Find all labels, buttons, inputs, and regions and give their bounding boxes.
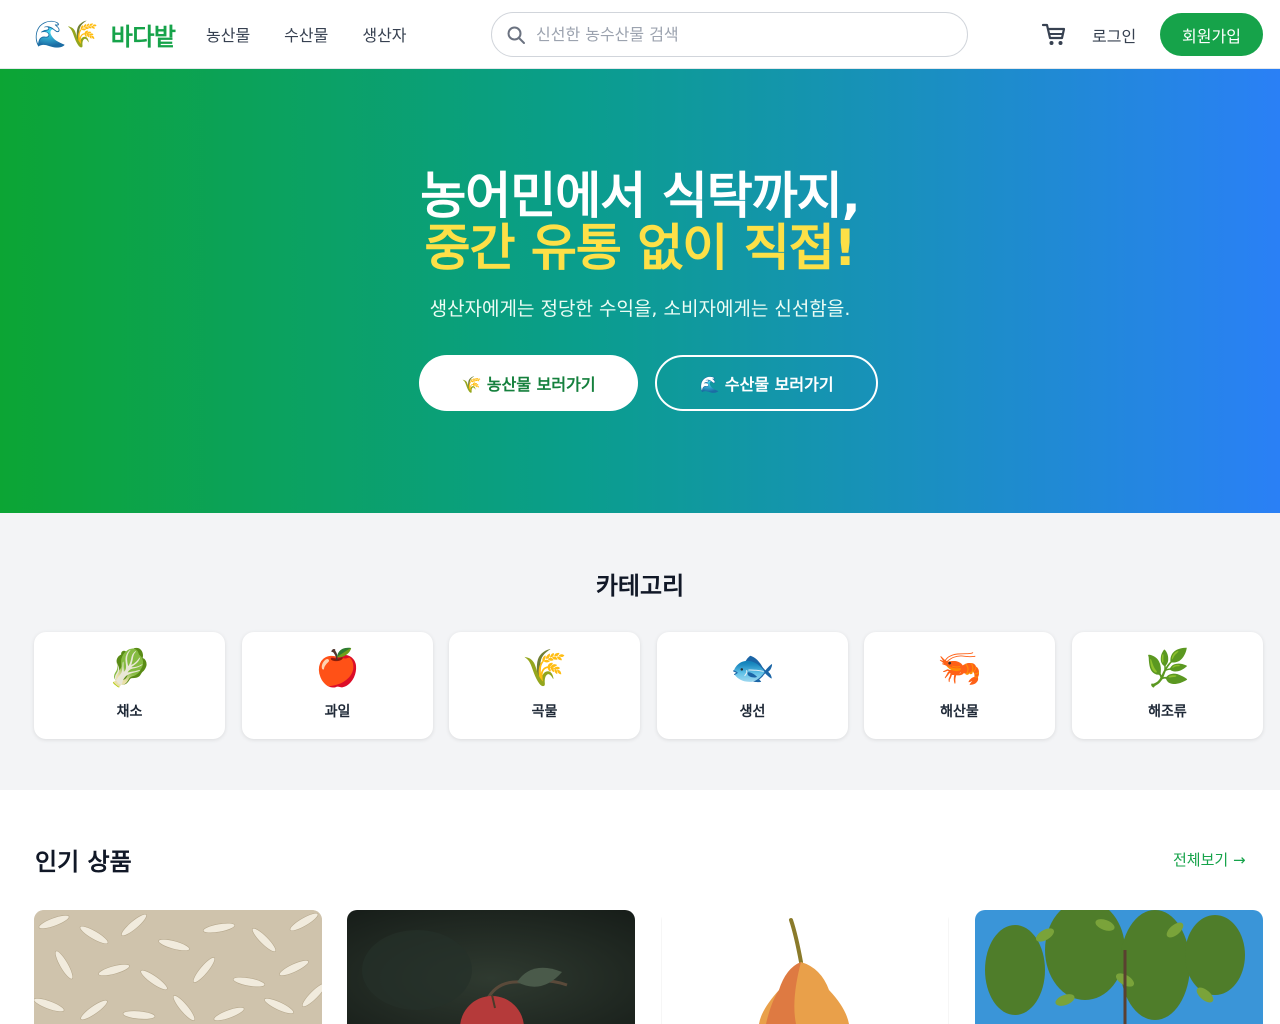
category-label: 과일 [324, 704, 351, 720]
pear-image [661, 910, 949, 1024]
nav-producers[interactable]: 생산자 [362, 22, 406, 46]
category-fruit[interactable]: 🍎 과일 [242, 632, 433, 739]
category-fish[interactable]: 🐟 생선 [657, 632, 848, 739]
browse-agri-button[interactable]: 🌾 농산물 보러가기 [419, 355, 638, 411]
hero-banner: 농어민에서 식탁까지, 중간 유통 없이 직접! 생산자에게는 정당한 수익을,… [0, 69, 1280, 513]
search-input[interactable] [536, 25, 936, 44]
logo-text: 바다밭 [110, 23, 176, 51]
category-label: 해산물 [940, 704, 979, 720]
category-seafood[interactable]: 🦐 해산물 [864, 632, 1055, 739]
category-vegetable[interactable]: 🥬 채소 [34, 632, 225, 739]
see-all-link[interactable]: 전체보기 → [1173, 849, 1246, 870]
category-label: 곡물 [531, 704, 558, 720]
category-label: 생선 [739, 704, 766, 720]
hero-title: 농어민에서 식탁까지, [420, 167, 860, 225]
nav-agri[interactable]: 농산물 [206, 22, 250, 46]
rice-grains-image [34, 910, 322, 1024]
popular-title: 인기 상품 [35, 848, 132, 876]
signup-button[interactable]: 회원가입 [1160, 13, 1263, 56]
product-card-rice[interactable] [34, 910, 322, 1024]
category-title: 카테고리 [595, 572, 685, 600]
hero-subtitle: 생산자에게는 정당한 수익을, 소비자에게는 신선함을. [429, 298, 851, 320]
nav-fishery[interactable]: 수산물 [284, 22, 328, 46]
category-label: 채소 [116, 704, 143, 720]
login-link[interactable]: 로그인 [1092, 23, 1136, 47]
main-nav: 농산물 수산물 생산자 [206, 22, 407, 46]
site-header: 🌊🌾 바다밭 농산물 수산물 생산자 로그인 회원가입 [0, 0, 1280, 69]
category-label: 해조류 [1148, 704, 1187, 720]
product-card-tree[interactable] [975, 910, 1263, 1024]
search-bar [491, 12, 968, 57]
rice-icon: 🌾 [522, 648, 567, 689]
browse-fishery-button[interactable]: 🌊 수산물 보러가기 [655, 355, 878, 411]
lettuce-icon: 🥬 [107, 648, 152, 689]
category-section: 카테고리 🥬 채소 🍎 과일 🌾 곡물 🐟 생선 🦐 해산물 🌿 해조류 [0, 513, 1280, 790]
shrimp-icon: 🦐 [937, 648, 982, 689]
fish-icon: 🐟 [730, 648, 775, 689]
search-icon [507, 26, 525, 44]
apple-icon: 🍎 [315, 648, 360, 689]
category-seaweed[interactable]: 🌿 해조류 [1072, 632, 1263, 739]
product-card-pear[interactable] [661, 910, 949, 1024]
logo[interactable]: 🌊🌾 바다밭 [34, 17, 176, 52]
cart-icon[interactable] [1040, 20, 1068, 48]
fruit-tree-image [975, 910, 1263, 1024]
hero-title-highlight: 중간 유통 없이 직접! [424, 219, 856, 277]
logo-icon: 🌊🌾 [34, 19, 99, 50]
herb-icon: 🌿 [1145, 648, 1190, 689]
category-grain[interactable]: 🌾 곡물 [449, 632, 640, 739]
product-card-apple[interactable] [347, 910, 635, 1024]
apple-image [347, 910, 635, 1024]
